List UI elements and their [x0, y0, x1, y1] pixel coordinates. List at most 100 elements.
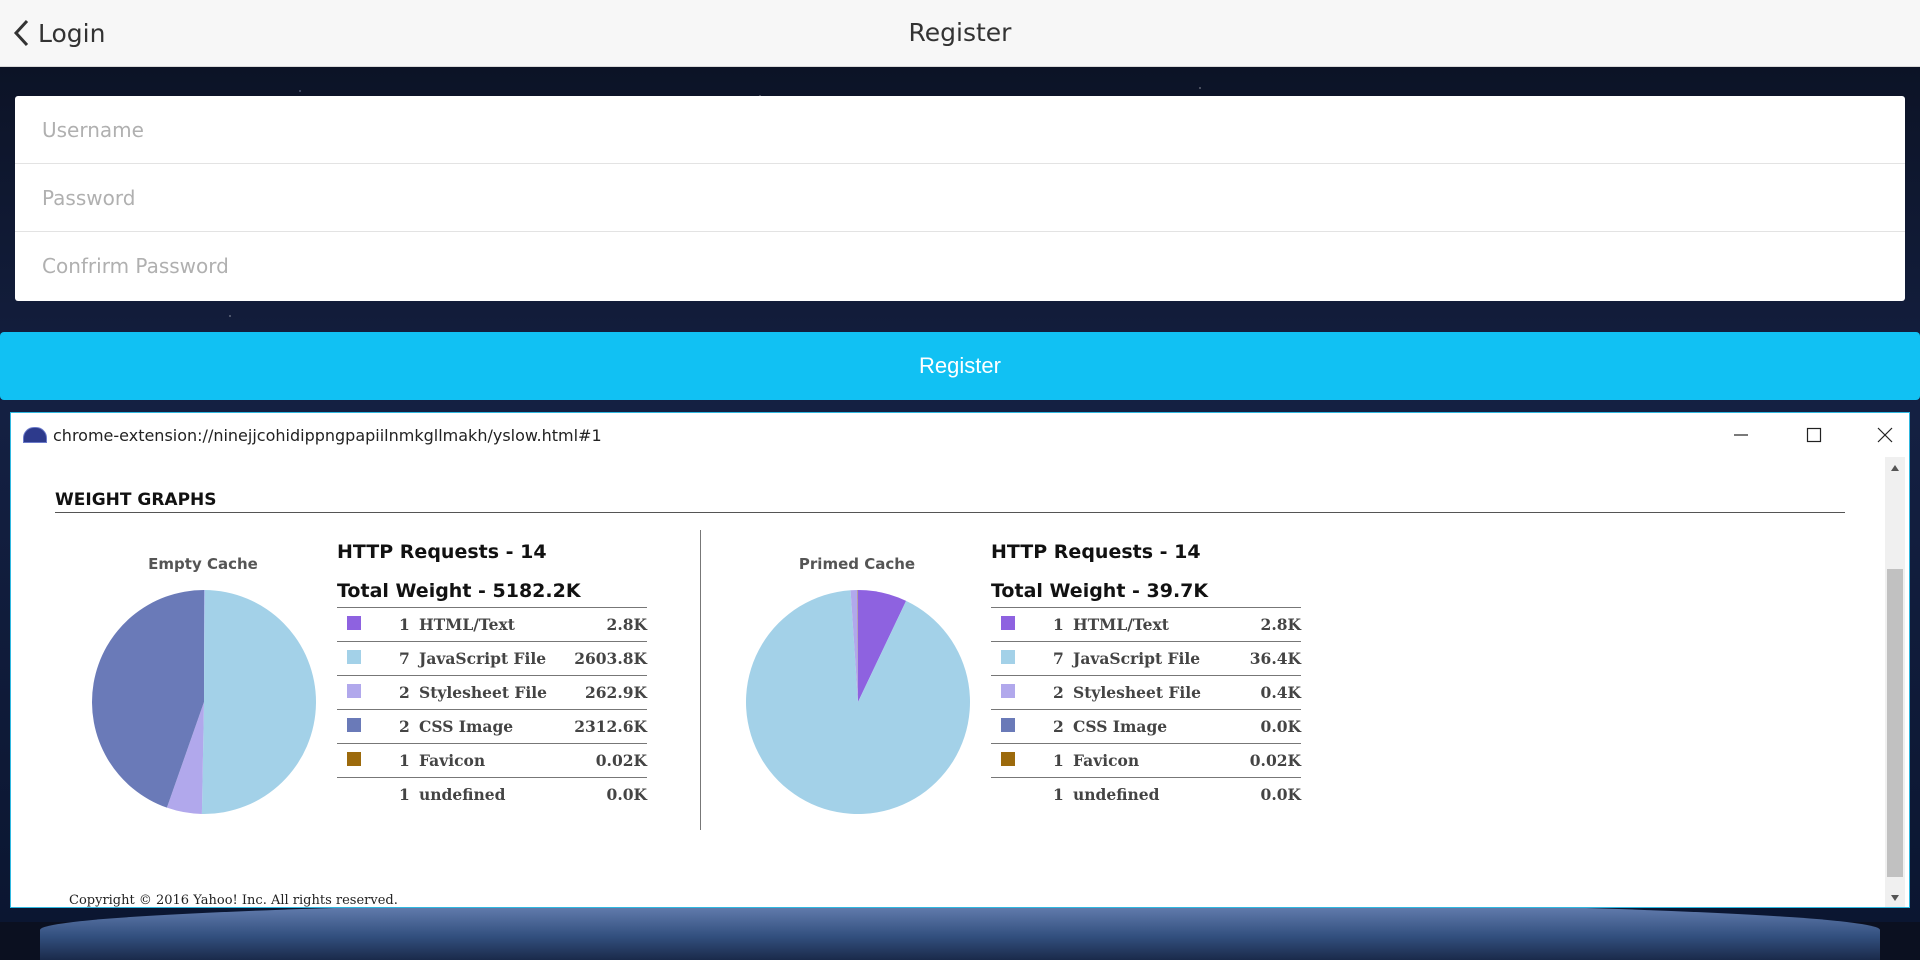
legend-type: JavaScript File — [419, 642, 564, 676]
legend-size: 0.0K — [1236, 778, 1301, 812]
yslow-gauge-icon — [23, 427, 47, 443]
legend-row: 2Stylesheet File0.4K — [991, 676, 1301, 710]
legend-swatch — [1001, 752, 1015, 766]
copyright-text: Copyright © 2016 Yahoo! Inc. All rights … — [69, 893, 398, 908]
empty-cache-label: Empty Cache — [103, 555, 303, 573]
legend-count: 2 — [1053, 676, 1073, 710]
legend-size: 36.4K — [1236, 642, 1301, 676]
close-button[interactable] — [1867, 421, 1903, 449]
legend-type: undefined — [1073, 778, 1236, 812]
legend-count: 2 — [1053, 710, 1073, 744]
legend-row: 7JavaScript File36.4K — [991, 642, 1301, 676]
username-row — [15, 96, 1905, 164]
maximize-button[interactable] — [1796, 421, 1832, 449]
legend-type: HTML/Text — [1073, 608, 1236, 642]
pie-slice-javascript-file — [202, 590, 316, 814]
legend-count: 1 — [1053, 608, 1073, 642]
close-icon — [1877, 427, 1893, 443]
legend-size: 2312.6K — [564, 710, 647, 744]
scroll-thumb[interactable] — [1887, 569, 1903, 877]
legend-type: CSS Image — [1073, 710, 1236, 744]
legend-type: Stylesheet File — [419, 676, 564, 710]
legend-type: HTML/Text — [419, 608, 564, 642]
legend-row: 1Favicon0.02K — [991, 744, 1301, 778]
earth-horizon — [40, 900, 1880, 960]
legend-count: 1 — [399, 778, 419, 812]
legend-row: 1HTML/Text2.8K — [337, 608, 647, 642]
page-title: Register — [0, 18, 1920, 47]
legend-type: undefined — [419, 778, 564, 812]
legend-swatch — [1001, 684, 1015, 698]
legend-row: 1HTML/Text2.8K — [991, 608, 1301, 642]
legend-count: 1 — [399, 608, 419, 642]
legend-swatch — [347, 718, 361, 732]
minimize-icon — [1733, 427, 1749, 443]
legend-size: 262.9K — [564, 676, 647, 710]
confirm-password-input[interactable] — [40, 253, 1905, 279]
legend-row: 1undefined0.0K — [991, 778, 1301, 812]
weight-graphs-heading: WEIGHT GRAPHS — [55, 490, 1845, 513]
primed-requests: HTTP Requests - 14 — [991, 541, 1201, 563]
legend-size: 2.8K — [1236, 608, 1301, 642]
legend-row: 2CSS Image0.0K — [991, 710, 1301, 744]
empty-cache-pie-chart — [79, 577, 329, 827]
triangle-down-icon — [1890, 894, 1900, 902]
section-divider — [700, 530, 701, 830]
yslow-content: WEIGHT GRAPHS Empty Cache HTTP Requests … — [11, 457, 1881, 907]
nav-bar: Login Register — [0, 0, 1920, 67]
legend-swatch — [1001, 650, 1015, 664]
username-input[interactable] — [40, 117, 1905, 143]
legend-row: 1Favicon0.02K — [337, 744, 647, 778]
legend-swatch — [347, 752, 361, 766]
legend-count: 7 — [399, 642, 419, 676]
legend-size: 0.0K — [564, 778, 647, 812]
password-row — [15, 164, 1905, 232]
legend-count: 1 — [399, 744, 419, 778]
primed-cache-label: Primed Cache — [757, 555, 957, 573]
legend-count: 2 — [399, 676, 419, 710]
primed-cache-pie-chart — [733, 577, 983, 827]
vertical-scrollbar[interactable] — [1885, 457, 1905, 907]
yslow-popup-window: chrome-extension://ninejjcohidippngpapii… — [10, 412, 1910, 908]
primed-cache-legend: 1HTML/Text2.8K7JavaScript File36.4K2Styl… — [991, 607, 1301, 812]
password-input[interactable] — [40, 185, 1905, 211]
legend-swatch — [347, 650, 361, 664]
legend-swatch — [1001, 616, 1015, 630]
legend-swatch — [1001, 718, 1015, 732]
legend-size: 2.8K — [564, 608, 647, 642]
legend-swatch — [347, 616, 361, 630]
legend-size: 0.0K — [1236, 710, 1301, 744]
legend-type: Favicon — [419, 744, 564, 778]
legend-size: 2603.8K — [564, 642, 647, 676]
maximize-icon — [1806, 427, 1822, 443]
legend-row: 7JavaScript File2603.8K — [337, 642, 647, 676]
legend-count: 1 — [1053, 778, 1073, 812]
legend-row: 2Stylesheet File262.9K — [337, 676, 647, 710]
scroll-up-arrow[interactable] — [1885, 459, 1905, 477]
legend-size: 0.02K — [564, 744, 647, 778]
legend-size: 0.4K — [1236, 676, 1301, 710]
empty-requests: HTTP Requests - 14 — [337, 541, 547, 563]
empty-cache-legend: 1HTML/Text2.8K7JavaScript File2603.8K2St… — [337, 607, 647, 812]
legend-type: Stylesheet File — [1073, 676, 1236, 710]
window-url: chrome-extension://ninejjcohidippngpapii… — [53, 426, 602, 445]
primed-total-weight: Total Weight - 39.7K — [991, 580, 1208, 602]
confirm-password-row — [15, 232, 1905, 299]
legend-type: CSS Image — [419, 710, 564, 744]
register-form — [15, 96, 1905, 301]
legend-type: JavaScript File — [1073, 642, 1236, 676]
legend-type: Favicon — [1073, 744, 1236, 778]
register-button[interactable]: Register — [0, 332, 1920, 400]
legend-count: 1 — [1053, 744, 1073, 778]
legend-row: 1undefined0.0K — [337, 778, 647, 812]
scroll-down-arrow[interactable] — [1885, 889, 1905, 907]
minimize-button[interactable] — [1723, 421, 1759, 449]
legend-row: 2CSS Image2312.6K — [337, 710, 647, 744]
empty-total-weight: Total Weight - 5182.2K — [337, 580, 581, 602]
legend-count: 2 — [399, 710, 419, 744]
legend-swatch — [347, 684, 361, 698]
triangle-up-icon — [1890, 464, 1900, 472]
legend-count: 7 — [1053, 642, 1073, 676]
legend-size: 0.02K — [1236, 744, 1301, 778]
window-titlebar: chrome-extension://ninejjcohidippngpapii… — [11, 413, 1909, 457]
